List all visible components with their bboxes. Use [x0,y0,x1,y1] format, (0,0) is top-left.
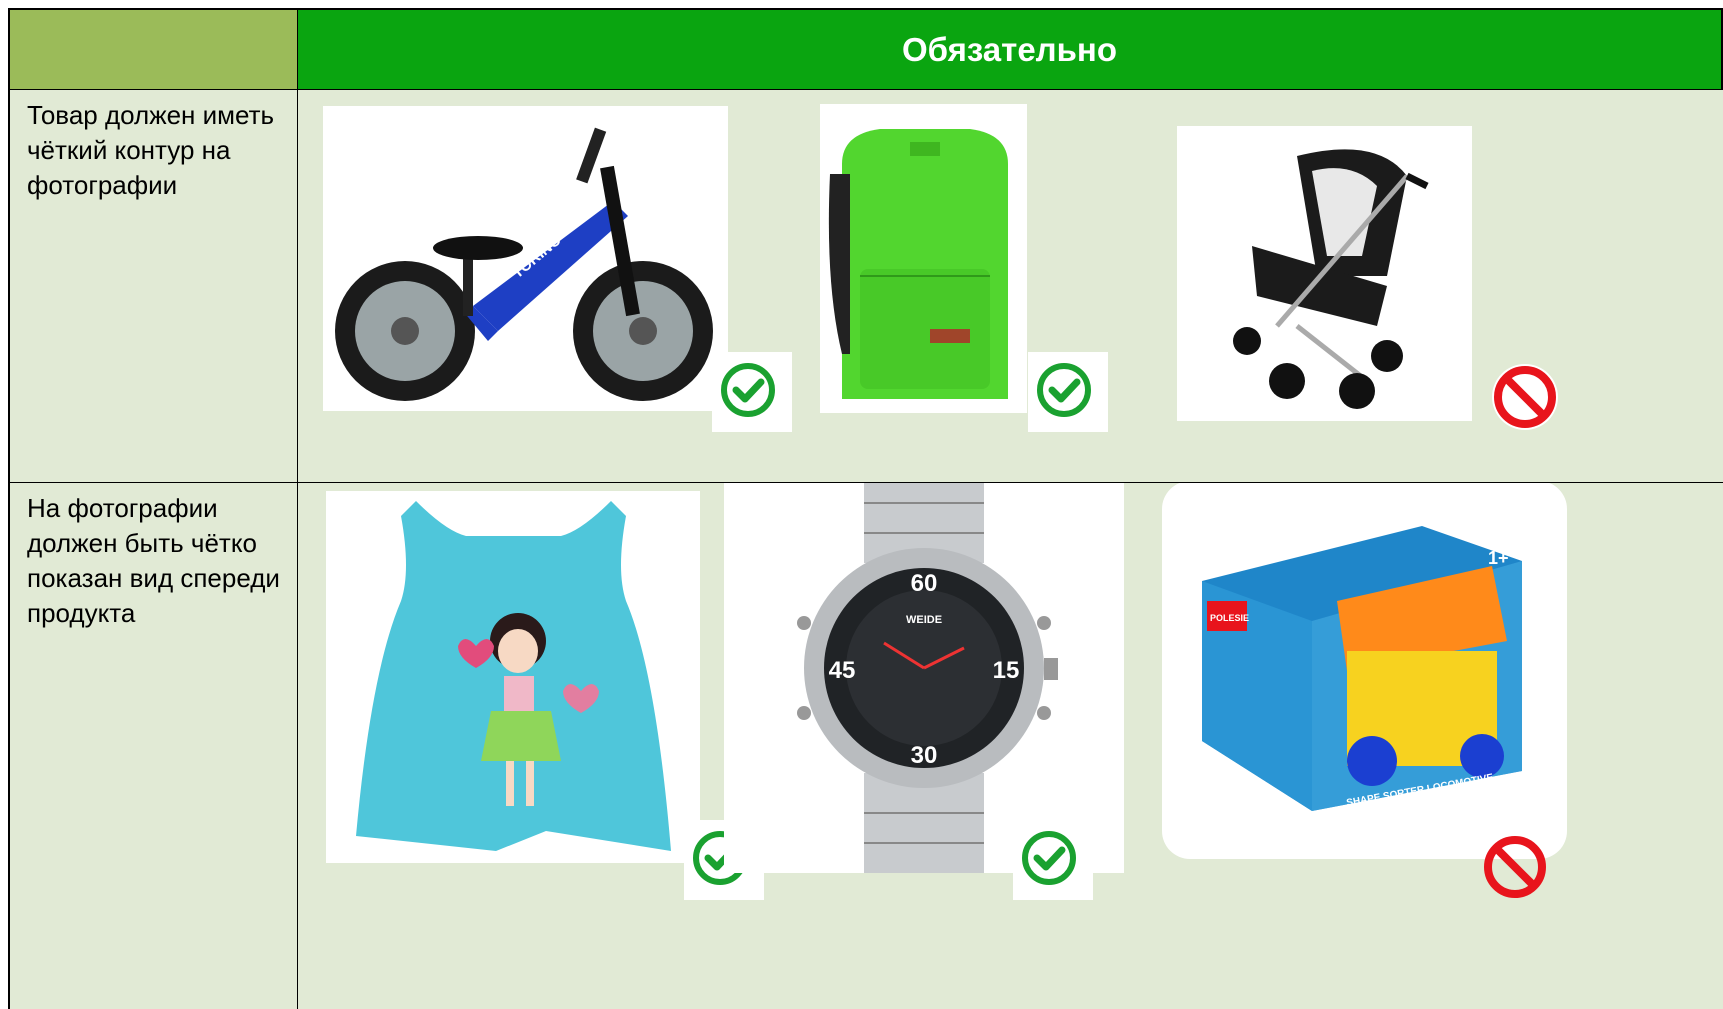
kids-tank-top-photo [326,491,700,863]
row-2-label: На фотографии должен быть чётко показан … [27,493,280,628]
row-2-images-cell: 60 30 45 15 WEIDE 1+ SHAPE SORTER LOCOMO… [298,483,1723,1009]
svg-text:60: 60 [911,570,938,597]
header-corner-cell [8,8,299,91]
row-1-label: Товар должен иметь чёткий контур на фото… [27,100,275,200]
baby-stroller-photo [1177,126,1472,421]
watch-brand: WEIDE [906,614,942,626]
balance-bike-photo: TORINO [323,106,728,411]
ban-badge-stroller [1488,360,1562,434]
ok-badge-watch [1013,820,1093,900]
prohibited-icon [1492,364,1558,430]
check-circle-icon [721,363,775,417]
row-1-images-cell: TORINO [298,90,1723,484]
row-2-label-cell: На фотографии должен быть чётко показан … [8,483,299,1009]
svg-text:15: 15 [993,657,1020,684]
green-backpack-photo [820,104,1027,413]
toy-brand: POLESIE [1210,613,1249,623]
header-title: Обязательно [901,30,1118,68]
check-circle-icon [1022,831,1076,885]
row-1-label-cell: Товар должен иметь чёткий контур на фото… [8,90,299,484]
ok-badge-bike [712,352,792,432]
ok-badge-backpack [1028,352,1108,432]
ban-badge-toy-box [1478,830,1552,904]
svg-text:30: 30 [911,742,938,769]
check-circle-icon [1037,363,1091,417]
svg-text:45: 45 [829,657,856,684]
toy-box-photo: 1+ SHAPE SORTER LOCOMOTIVE POLESIE [1162,483,1567,859]
toy-age: 1+ [1488,548,1509,568]
requirements-table: Обязательно Товар должен иметь чёткий ко… [8,8,1723,1009]
header-title-cell: Обязательно [298,8,1723,91]
prohibited-icon [1484,836,1546,898]
wrist-watch-photo: 60 30 45 15 WEIDE [724,483,1124,873]
